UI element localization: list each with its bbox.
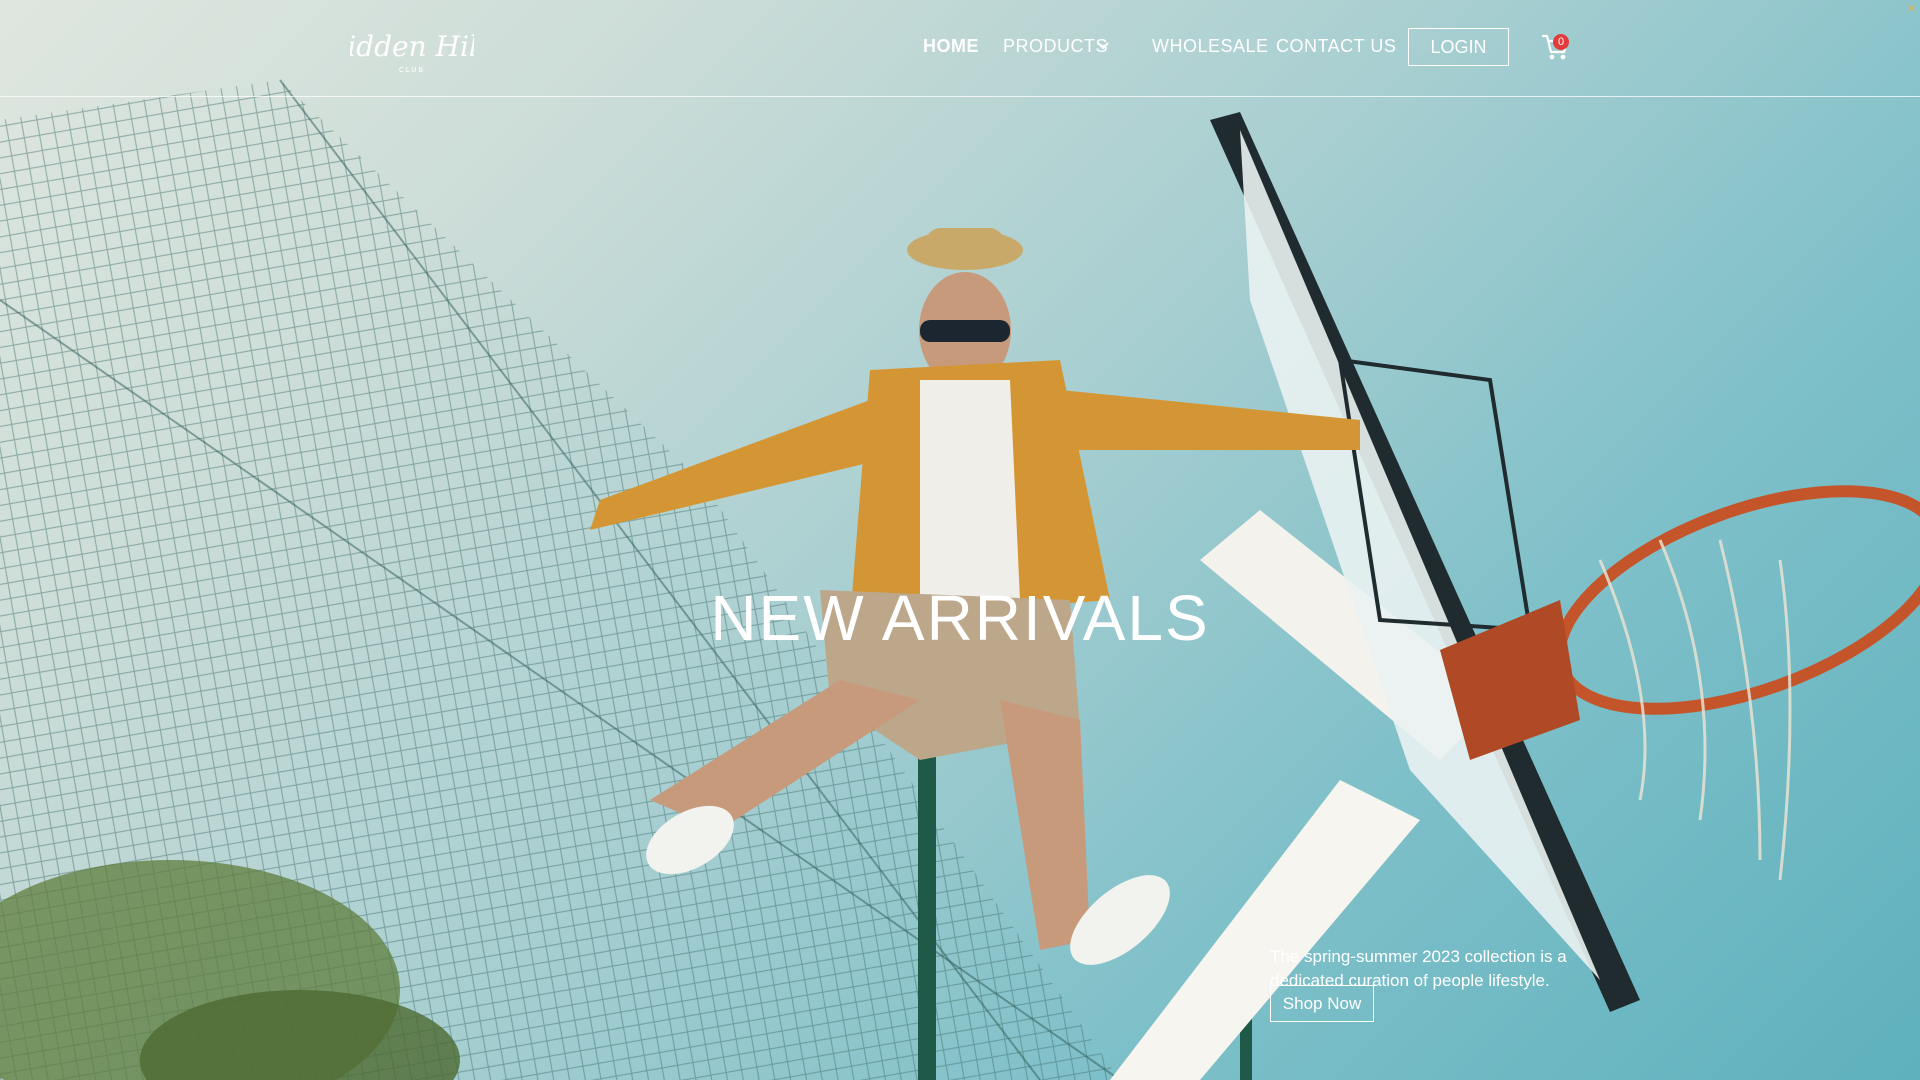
login-button[interactable]: LOGIN <box>1408 28 1509 66</box>
nav-contact[interactable]: CONTACT US <box>1276 36 1396 57</box>
site-header: Hidden Hills CLUB HOME PRODUCTS WHOLESAL… <box>0 0 1920 97</box>
hero-banner: Hidden Hills CLUB HOME PRODUCTS WHOLESAL… <box>0 0 1920 1080</box>
cart-count-badge: 0 <box>1553 34 1569 50</box>
nav-products[interactable]: PRODUCTS <box>1003 36 1108 57</box>
close-icon[interactable]: ✕ <box>1907 2 1916 15</box>
chevron-down-icon[interactable] <box>1096 38 1110 52</box>
nav-home[interactable]: HOME <box>923 36 979 57</box>
main-nav: HOME PRODUCTS WHOLESALE CONTACT US LOGIN… <box>0 0 1920 96</box>
shop-now-button[interactable]: Shop Now <box>1270 985 1374 1022</box>
nav-wholesale[interactable]: WHOLESALE <box>1152 36 1269 57</box>
hero-title: NEW ARRIVALS <box>710 581 1210 654</box>
hero-photo <box>0 79 1920 1080</box>
